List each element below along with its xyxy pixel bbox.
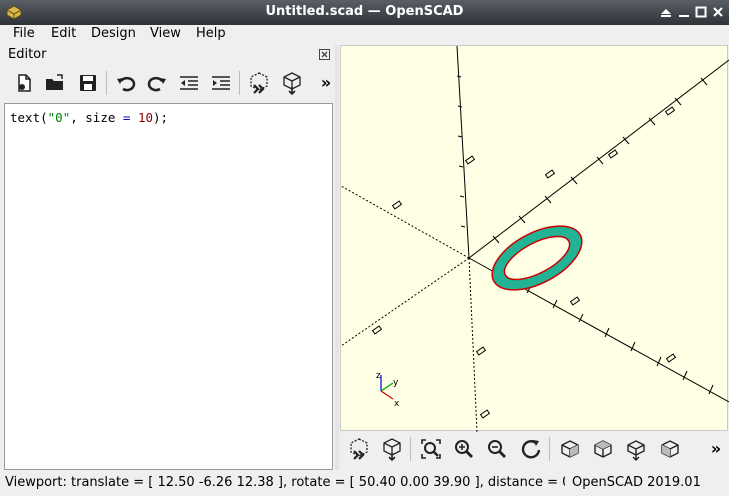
preview-icon (250, 72, 268, 94)
viewer-render-button[interactable] (380, 437, 404, 462)
y-axis-ticks (492, 77, 708, 244)
code-string: "0" (47, 110, 71, 125)
window-title: Untitled.scad — OpenSCAD (265, 4, 464, 19)
scene-svg: z y x (340, 45, 729, 433)
z-axis-negative (468, 257, 478, 433)
preview-icon (350, 438, 368, 460)
axis-x-label: x (394, 399, 400, 409)
version-label: OpenSCAD 2019.01 (572, 475, 701, 490)
3d-viewport[interactable]: z y x (340, 45, 729, 433)
view-bottom-button[interactable] (624, 437, 648, 461)
menu-bar: File Edit Design View Help (0, 25, 729, 45)
unindent-icon (180, 76, 198, 90)
menu-file[interactable]: File (13, 26, 35, 41)
view-left-button[interactable] (658, 437, 682, 461)
render-icon (283, 72, 301, 96)
close-window-icon[interactable] (711, 5, 725, 19)
status-bar: Viewport: translate = [ 12.50 -6.26 12.3… (0, 472, 729, 496)
axis-y-label: y (393, 378, 399, 388)
open-file-button[interactable] (43, 71, 67, 95)
redo-icon (147, 76, 166, 92)
axis-indicator (380, 375, 394, 400)
undo-icon (117, 76, 136, 92)
zoom-in-icon (455, 440, 473, 458)
zoom-in-button[interactable] (452, 437, 476, 461)
viewer-preview-button[interactable] (347, 437, 371, 461)
menu-view[interactable]: View (150, 26, 181, 41)
zoom-out-button[interactable] (485, 437, 509, 461)
render-button[interactable] (280, 71, 304, 96)
code-function: text( (10, 110, 48, 125)
toolbar-separator (239, 71, 240, 95)
view-top-button[interactable] (591, 437, 615, 461)
shade-icon[interactable] (659, 5, 673, 19)
menu-help[interactable]: Help (196, 26, 226, 41)
axis-z-label: z (376, 371, 381, 381)
minimize-icon[interactable] (677, 5, 691, 19)
text-object (491, 225, 583, 291)
toolbar-separator (549, 437, 550, 461)
view-right-button[interactable] (558, 437, 582, 461)
menu-design[interactable]: Design (91, 26, 136, 41)
new-file-icon (18, 74, 31, 92)
editor-panel-title: Editor (8, 47, 47, 62)
menu-edit[interactable]: Edit (51, 26, 76, 41)
render-icon (383, 438, 401, 462)
preview-button[interactable] (247, 71, 271, 95)
title-bar: Untitled.scad — OpenSCAD (0, 0, 729, 25)
y-axis-negative (340, 257, 470, 347)
code-separator: , size (70, 110, 123, 125)
new-file-button[interactable] (12, 71, 36, 95)
save-button[interactable] (76, 71, 100, 95)
code-editor[interactable]: text("0", size = 10); (4, 103, 333, 470)
view-top-icon (594, 440, 612, 458)
open-file-icon (46, 74, 63, 90)
code-number: 10 (137, 110, 154, 125)
maximize-icon[interactable] (694, 5, 708, 19)
indent-icon (212, 76, 230, 90)
close-panel-icon[interactable] (319, 49, 330, 60)
zoom-all-button[interactable] (419, 437, 443, 461)
save-icon (80, 75, 96, 91)
z-axis-ticks (456, 75, 466, 228)
indent-button[interactable] (209, 71, 233, 95)
viewer-toolbar-overflow[interactable]: » (704, 437, 728, 461)
reset-view-button[interactable] (519, 437, 543, 461)
reset-view-icon (521, 440, 541, 459)
viewport-status: Viewport: translate = [ 12.50 -6.26 12.3… (5, 475, 565, 490)
unindent-button[interactable] (177, 71, 201, 95)
code-end: ); (153, 110, 169, 125)
code-line-1: text("0", size = 10); (10, 110, 168, 125)
redo-button[interactable] (145, 71, 169, 95)
view-bottom-icon (627, 440, 645, 461)
x-axis-negative (340, 185, 470, 259)
undo-button[interactable] (114, 71, 138, 95)
toolbar-separator (410, 437, 411, 461)
panel-splitter[interactable] (335, 45, 339, 470)
view-left-icon (661, 440, 679, 458)
zoom-out-icon (488, 440, 506, 458)
view-right-icon (561, 440, 579, 458)
toolbar-separator (106, 71, 107, 95)
zoom-all-icon (421, 439, 441, 459)
code-operator: = (122, 110, 131, 125)
